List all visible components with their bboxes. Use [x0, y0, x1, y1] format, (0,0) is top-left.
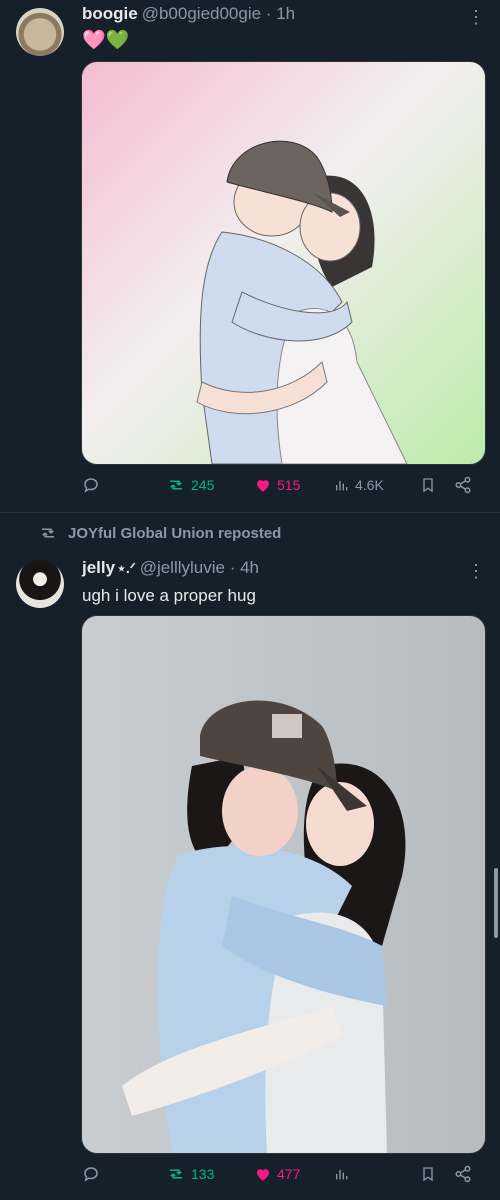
avatar[interactable] — [16, 8, 64, 56]
bookmark-icon — [423, 1167, 433, 1182]
share-icon — [455, 1165, 471, 1183]
reply-button[interactable] — [82, 476, 100, 494]
retweet-icon — [170, 480, 182, 490]
repost-indicator[interactable]: JOYful Global Union reposted — [38, 524, 281, 542]
retweet-button[interactable]: 133 — [166, 1165, 214, 1183]
author-handle[interactable]: @jelllyluvie — [140, 558, 225, 577]
hug-illustration — [82, 62, 485, 464]
post-header: boogie @b00gied00gie · 1h — [82, 4, 295, 24]
share-button[interactable] — [454, 476, 472, 494]
reply-icon — [84, 478, 98, 493]
like-count: 515 — [277, 477, 301, 493]
reply-icon — [84, 1167, 98, 1182]
post-header: jelly ⋆.ᐟ @jelllyluvie · 4h — [82, 558, 259, 578]
bookmark-button[interactable] — [420, 1165, 436, 1183]
like-button[interactable]: 515 — [254, 476, 300, 494]
retweet-count: 133 — [191, 1166, 215, 1182]
post-time[interactable]: · 1h — [266, 4, 295, 23]
post-image[interactable] — [81, 615, 486, 1154]
action-bar: 133 477 — [82, 1165, 482, 1189]
repost-label: JOYful Global Union reposted — [68, 524, 282, 542]
bookmark-button[interactable] — [420, 476, 436, 494]
author-name[interactable]: boogie — [82, 4, 138, 23]
bookmark-icon — [423, 478, 433, 493]
share-button[interactable] — [454, 1165, 472, 1183]
views-icon — [336, 1170, 348, 1180]
post-text: ugh i love a proper hug — [82, 586, 256, 605]
more-icon[interactable]: ⋮ — [466, 562, 486, 580]
retweet-button[interactable]: 245 — [166, 476, 214, 494]
views-button[interactable]: 4.6K — [334, 476, 384, 494]
post-jelly[interactable]: jelly ⋆.ᐟ @jelllyluvie · 4h ⋮ ugh i love a… — [0, 550, 500, 1200]
scrollbar[interactable] — [494, 868, 498, 938]
like-count: 477 — [277, 1166, 301, 1182]
share-icon — [455, 476, 471, 494]
like-button[interactable]: 477 — [254, 1165, 300, 1183]
heart-icon — [257, 480, 269, 492]
heart-icon — [257, 1169, 269, 1181]
post-text: 🩷💚 — [82, 30, 130, 51]
views-count: 4.6K — [355, 477, 384, 493]
avatar[interactable] — [16, 560, 64, 608]
author-handle[interactable]: @b00gied00gie — [142, 4, 261, 23]
action-bar: 245 515 4.6K — [82, 476, 482, 500]
post-time[interactable]: · 4h — [230, 558, 259, 577]
retweet-count: 245 — [191, 477, 215, 493]
views-icon — [336, 481, 348, 491]
more-icon[interactable]: ⋮ — [466, 8, 486, 26]
post-image[interactable] — [81, 61, 486, 465]
retweet-icon — [42, 528, 54, 538]
reply-button[interactable] — [82, 1165, 100, 1183]
post-boogie[interactable]: boogie @b00gied00gie · 1h ⋮ 🩷💚 245 515 4… — [0, 0, 500, 510]
name-suffix: ⋆.ᐟ — [117, 560, 136, 576]
views-button[interactable] — [334, 1165, 350, 1183]
author-name[interactable]: jelly — [82, 558, 115, 577]
hug-photo — [82, 616, 485, 1153]
retweet-icon — [170, 1169, 182, 1179]
divider — [0, 512, 500, 513]
